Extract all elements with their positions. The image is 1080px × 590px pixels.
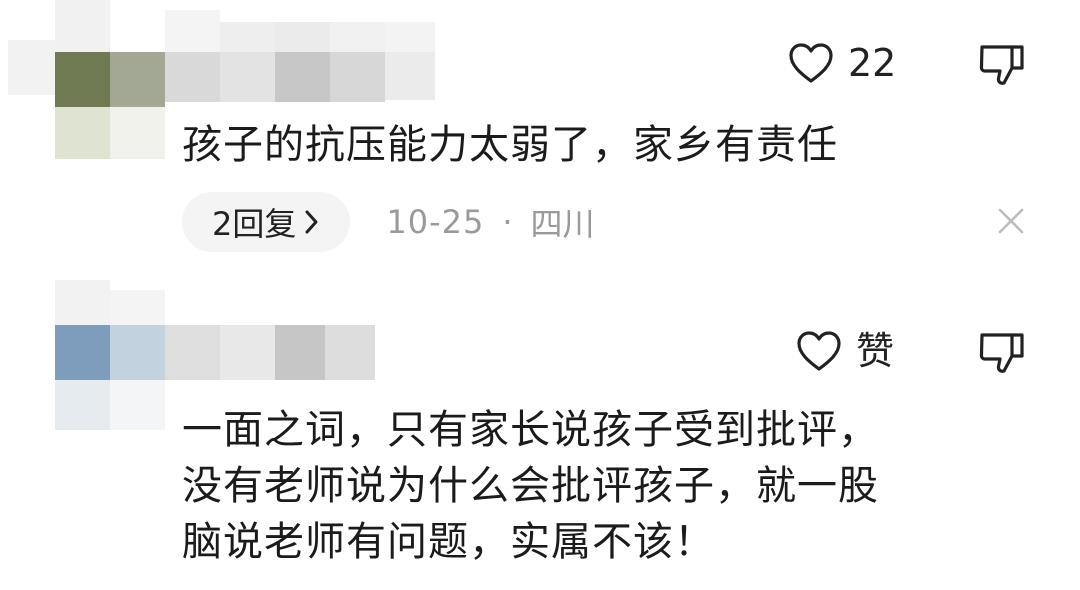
like-label: 赞 bbox=[856, 329, 895, 373]
like-button[interactable]: 赞 bbox=[796, 328, 894, 374]
heart-icon bbox=[796, 330, 842, 372]
thumbs-down-icon[interactable] bbox=[978, 330, 1026, 376]
comment-item: 赞 一面之词，只有家长说孩子受到批评， 没有老师说为什么会批评孩子，就一股 脑说… bbox=[0, 280, 1080, 590]
thumbs-down-icon[interactable] bbox=[978, 42, 1026, 88]
like-button[interactable]: 22 bbox=[788, 40, 896, 86]
comment-meta: 2回复 10-25 · 四川 bbox=[182, 192, 595, 252]
chevron-right-icon bbox=[304, 209, 320, 235]
heart-icon bbox=[788, 42, 834, 84]
like-count: 22 bbox=[848, 41, 897, 85]
comment-item: 22 孩子的抗压能力太弱了，家乡有责任 2回复 10-25 · 四川 bbox=[0, 0, 1080, 280]
comment-text: 一面之词，只有家长说孩子受到批评， 没有老师说为什么会批评孩子，就一股 脑说老师… bbox=[182, 407, 879, 565]
reply-label: 2回复 bbox=[212, 205, 297, 243]
meta-separator: · bbox=[502, 203, 513, 241]
comment-date: 10-25 bbox=[386, 203, 485, 241]
reply-button[interactable]: 2回复 bbox=[182, 192, 351, 252]
comment-text: 孩子的抗压能力太弱了，家乡有责任 bbox=[182, 122, 838, 168]
comment-location: 四川 bbox=[530, 205, 595, 243]
close-icon[interactable] bbox=[996, 206, 1026, 236]
